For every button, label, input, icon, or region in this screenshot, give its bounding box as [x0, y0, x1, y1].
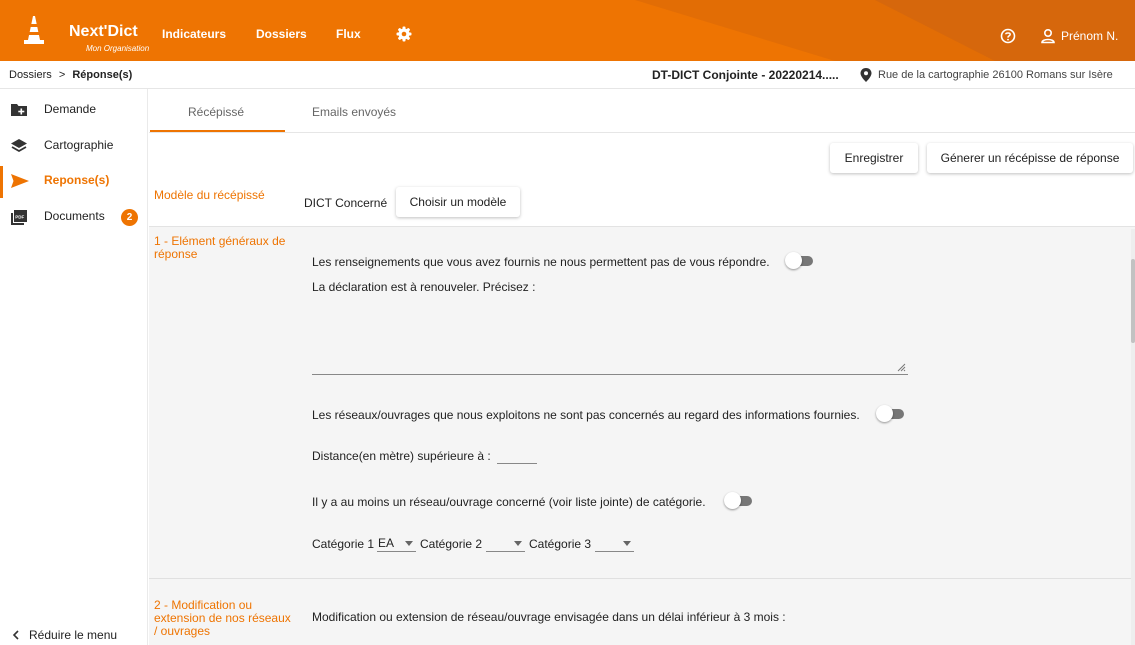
no-answer-toggle[interactable] — [785, 252, 815, 269]
tab-emails-envoyes[interactable]: Emails envoyés — [312, 105, 396, 119]
help-circle-icon[interactable] — [1000, 28, 1016, 44]
chevron-down-icon — [405, 541, 413, 546]
section-divider — [149, 578, 1135, 579]
user-icon[interactable] — [1040, 28, 1056, 44]
generate-receipt-button[interactable]: Génerer un récépisse de réponse — [927, 143, 1133, 173]
dossier-title: DT-DICT Conjointe - 20220214..... — [652, 68, 839, 82]
not-concerned-text: Les réseaux/ouvrages que nous exploitons… — [312, 408, 860, 422]
sidebar-item-label: Cartographie — [44, 138, 114, 152]
sidebar-item-documents[interactable]: PDF Documents 2 — [0, 202, 148, 232]
distance-label: Distance(en mètre) supérieure à : — [312, 449, 491, 463]
active-indicator — [0, 166, 3, 198]
category-3-label: Catégorie 3 — [529, 537, 592, 551]
category-1-value: EA — [378, 536, 395, 550]
folder-plus-icon — [11, 104, 27, 116]
pdf-icon: PDF — [11, 210, 27, 225]
chevron-left-icon — [12, 630, 19, 640]
concerned-text: Il y a au moins un réseau/ouvrage concer… — [312, 495, 706, 509]
top-bar: Next'Dict Mon Organisation Indicateurs D… — [0, 0, 1135, 61]
category-2-label: Catégorie 2 — [420, 537, 483, 551]
breadcrumb: Dossiers > Réponse(s) — [9, 69, 132, 81]
sidebar-item-label: Reponse(s) — [44, 173, 110, 187]
main-content: Récépissé Emails envoyés Enregistrer Gén… — [149, 89, 1135, 645]
model-section-label: Modèle du récépissé — [154, 188, 265, 202]
sidebar: Demande Cartographie Reponse(s) PDF Docu… — [0, 89, 148, 645]
sidebar-item-cartographie[interactable]: Cartographie — [0, 131, 148, 161]
section1-label: 1 - Elément généraux de réponse — [154, 234, 286, 261]
resize-handle-icon[interactable] — [896, 362, 906, 372]
distance-input[interactable] — [497, 448, 537, 464]
breadcrumb-current: Réponse(s) — [72, 69, 133, 81]
renew-label: La déclaration est à renouveler. Précise… — [312, 280, 536, 294]
cone-logo-icon — [24, 16, 44, 44]
chevron-down-icon — [514, 541, 522, 546]
breadcrumb-bar: Dossiers > Réponse(s) DT-DICT Conjointe … — [0, 61, 1135, 89]
tab-bar: Récépissé Emails envoyés — [149, 89, 1135, 133]
renew-details-textarea[interactable] — [312, 299, 908, 375]
documents-count-badge: 2 — [121, 209, 138, 226]
section2-label: 2 - Modification ou extension de nos rés… — [154, 598, 291, 638]
sidebar-item-demande[interactable]: Demande — [0, 95, 148, 125]
category-1-label: Catégorie 1 — [312, 537, 375, 551]
category-2-select[interactable] — [486, 535, 525, 552]
no-answer-text: Les renseignements que vous avez fournis… — [312, 255, 770, 269]
dossier-address: Rue de la cartographie 26100 Romans sur … — [878, 69, 1113, 81]
send-icon — [11, 174, 29, 188]
breadcrumb-separator: > — [58, 69, 66, 81]
form-scrollbar[interactable] — [1131, 229, 1135, 645]
nav-dossiers[interactable]: Dossiers — [256, 27, 307, 41]
layers-icon — [11, 139, 27, 153]
sidebar-item-reponses[interactable]: Reponse(s) — [0, 166, 148, 198]
sidebar-item-label: Demande — [44, 102, 97, 116]
modification-text: Modification ou extension de réseau/ouvr… — [312, 610, 786, 624]
chevron-down-icon — [623, 541, 631, 546]
save-button[interactable]: Enregistrer — [830, 143, 918, 173]
category-1-select[interactable]: EA — [377, 535, 416, 552]
concerned-toggle[interactable] — [724, 492, 754, 509]
category-3-select[interactable] — [595, 535, 634, 552]
tab-recepisse[interactable]: Récépissé — [188, 105, 244, 119]
gear-icon[interactable] — [396, 26, 412, 42]
scrollbar-thumb[interactable] — [1131, 259, 1135, 343]
nav-indicateurs[interactable]: Indicateurs — [162, 27, 226, 41]
current-model: DICT Concerné — [304, 196, 388, 210]
reduce-menu-button[interactable]: Réduire le menu — [0, 619, 148, 645]
svg-text:PDF: PDF — [15, 214, 24, 219]
reduce-menu-label: Réduire le menu — [29, 628, 118, 642]
not-concerned-toggle[interactable] — [876, 405, 906, 422]
sidebar-item-label: Documents — [44, 209, 105, 223]
organisation-name: Mon Organisation — [86, 44, 150, 53]
response-form: 1 - Elément généraux de réponse Les rens… — [149, 226, 1135, 645]
active-tab-indicator — [150, 130, 285, 132]
map-pin-icon — [860, 68, 872, 82]
nav-flux[interactable]: Flux — [336, 27, 361, 41]
breadcrumb-dossiers[interactable]: Dossiers — [9, 69, 52, 81]
user-name[interactable]: Prénom N. — [1061, 29, 1118, 43]
choose-model-button[interactable]: Choisir un modèle — [396, 187, 520, 217]
app-name[interactable]: Next'Dict — [69, 23, 138, 41]
